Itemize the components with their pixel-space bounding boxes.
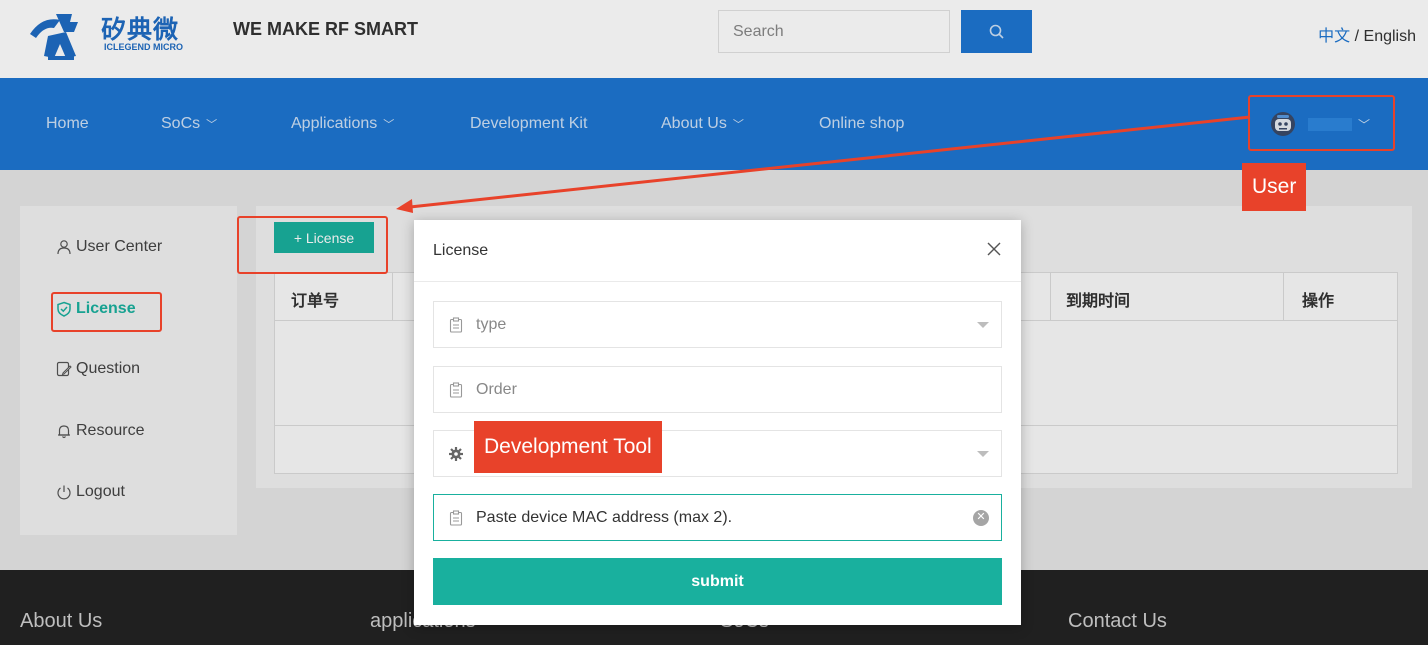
annotation-box-license xyxy=(51,292,162,332)
annotation-label-user: User xyxy=(1242,163,1307,211)
annotation-box-user xyxy=(1248,95,1395,151)
annotation-label-development-tool: Development Tool xyxy=(474,421,662,473)
annotation-box-add-license xyxy=(237,216,388,274)
annotation-arrow xyxy=(396,115,1251,213)
